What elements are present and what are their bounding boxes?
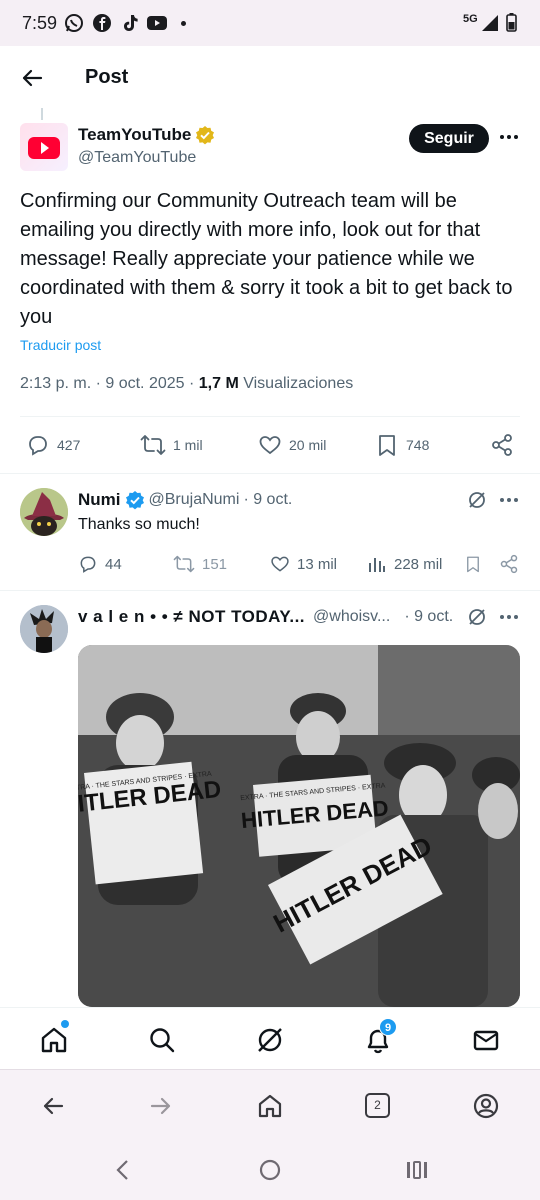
numi-avatar[interactable] [20,488,68,536]
post-text: Confirming our Community Outreach team w… [20,190,513,328]
post-timestamp: 2:13 p. m. · 9 oct. 2025 · [20,375,195,392]
teamyoutube-avatar[interactable] [20,123,68,171]
grok-icon[interactable] [467,490,487,510]
new-posts-dot [61,1020,69,1028]
more-options-icon[interactable] [499,497,519,503]
translate-post-link[interactable]: Traducir post [20,337,101,353]
system-recents-icon[interactable] [405,1159,429,1181]
reply-comment-count: 44 [105,555,122,573]
browser-toolbar: 2 [0,1069,540,1141]
reply-repost-count: 151 [202,555,228,573]
reply-text: Thanks so much! [78,516,200,533]
reply-image[interactable]: EXTRA · THE STARS AND STRIPES · EXTRA HI… [78,645,520,1007]
author-handle[interactable]: @TeamYouTube [78,149,196,167]
verified-blue-icon [125,490,145,510]
signal-icon [481,14,499,32]
bookmark-icon [379,435,395,456]
heart-icon [259,436,281,455]
back-arrow-icon[interactable] [20,66,44,90]
system-back-icon[interactable] [114,1159,130,1181]
like-count: 20 mil [289,437,327,453]
post-meta: 2:13 p. m. · 9 oct. 2025 · 1,7 M Visuali… [20,375,353,393]
notifications-badge: 9 [379,1018,397,1036]
reply-like-count: 13 mil [297,555,338,573]
comment-icon [80,556,96,573]
reply-author-name[interactable]: v a l e n • • ≠ NOT TODAY... [78,607,305,627]
more-options-icon[interactable] [499,134,519,140]
reply-comment-button[interactable]: 44 [78,554,122,574]
repost-icon [140,435,166,455]
witch-character-icon [20,488,68,536]
like-button[interactable]: 20 mil [258,433,326,457]
reply-repost-button[interactable]: 151 [173,554,227,574]
reply-author-line[interactable]: Numi @BrujaNumi · 9 oct. [78,490,292,510]
post-author[interactable]: TeamYouTube [78,125,215,145]
bookmark-button[interactable]: 748 [375,433,429,457]
follow-button[interactable]: Seguir [409,124,489,153]
browser-forward-icon[interactable] [149,1094,173,1118]
comment-icon [29,436,47,456]
valen-avatar[interactable] [20,605,68,653]
reply-views-count: 228 mil [394,555,443,573]
share-icon[interactable] [499,554,519,574]
bottom-navigation: 9 [0,1007,540,1069]
reply-author-handle[interactable]: @BrujaNumi [149,491,240,509]
reply-time: · 9 oct. [404,608,454,625]
divider [20,416,520,417]
notification-dot [181,21,186,26]
grok-icon[interactable] [256,1026,284,1054]
divider [0,473,540,474]
verified-gold-icon [195,125,215,145]
tiktok-icon [120,13,140,33]
whatsapp-icon [64,13,84,33]
reply-like-button[interactable]: 13 mil [270,554,337,574]
facebook-icon [92,13,112,33]
views-count: 1,7 M [198,375,239,392]
search-icon[interactable] [148,1026,176,1054]
reply-author-line[interactable]: v a l e n • • ≠ NOT TODAY... @whoisv... … [78,607,453,627]
reply-count: 427 [57,437,81,453]
post-header: Post [0,46,540,106]
tab-switcher-button[interactable]: 2 [365,1093,390,1118]
divider [0,590,540,591]
system-home-icon[interactable] [259,1159,281,1181]
messages-icon[interactable] [472,1026,500,1054]
reply-author-handle[interactable]: @whoisv... [313,608,390,626]
share-icon[interactable] [490,433,514,457]
reply-author-name[interactable]: Numi [78,490,121,510]
system-navigation [0,1141,540,1200]
battery-icon [506,13,517,32]
reply-views-button[interactable]: 228 mil [367,554,442,574]
more-options-icon[interactable] [499,614,519,620]
repost-count: 1 mil [173,437,203,453]
anime-character-icon [20,605,68,653]
thread-line [41,108,43,120]
status-time: 7:59 [22,13,58,33]
page-title: Post [85,66,129,88]
bookmark-count: 748 [406,437,430,453]
bookmark-icon[interactable] [464,554,482,574]
home-icon[interactable] [40,1026,68,1054]
author-name[interactable]: TeamYouTube [78,125,191,145]
repost-button[interactable]: 1 mil [140,433,203,457]
reply-button[interactable]: 427 [26,433,80,457]
youtube-status-icon [146,13,168,33]
browser-home-icon[interactable] [257,1093,283,1119]
reply-time: · 9 oct. [243,491,293,508]
browser-back-icon[interactable] [41,1094,65,1118]
heart-icon [271,556,289,572]
status-bar: 7:59 5G [0,0,540,46]
views-label: Visualizaciones [243,375,354,392]
account-icon[interactable] [473,1093,499,1119]
network-type: 5G [463,13,478,25]
analytics-icon [369,558,385,572]
youtube-logo-icon [28,137,60,159]
grok-icon[interactable] [467,607,487,627]
repost-icon [173,555,195,573]
